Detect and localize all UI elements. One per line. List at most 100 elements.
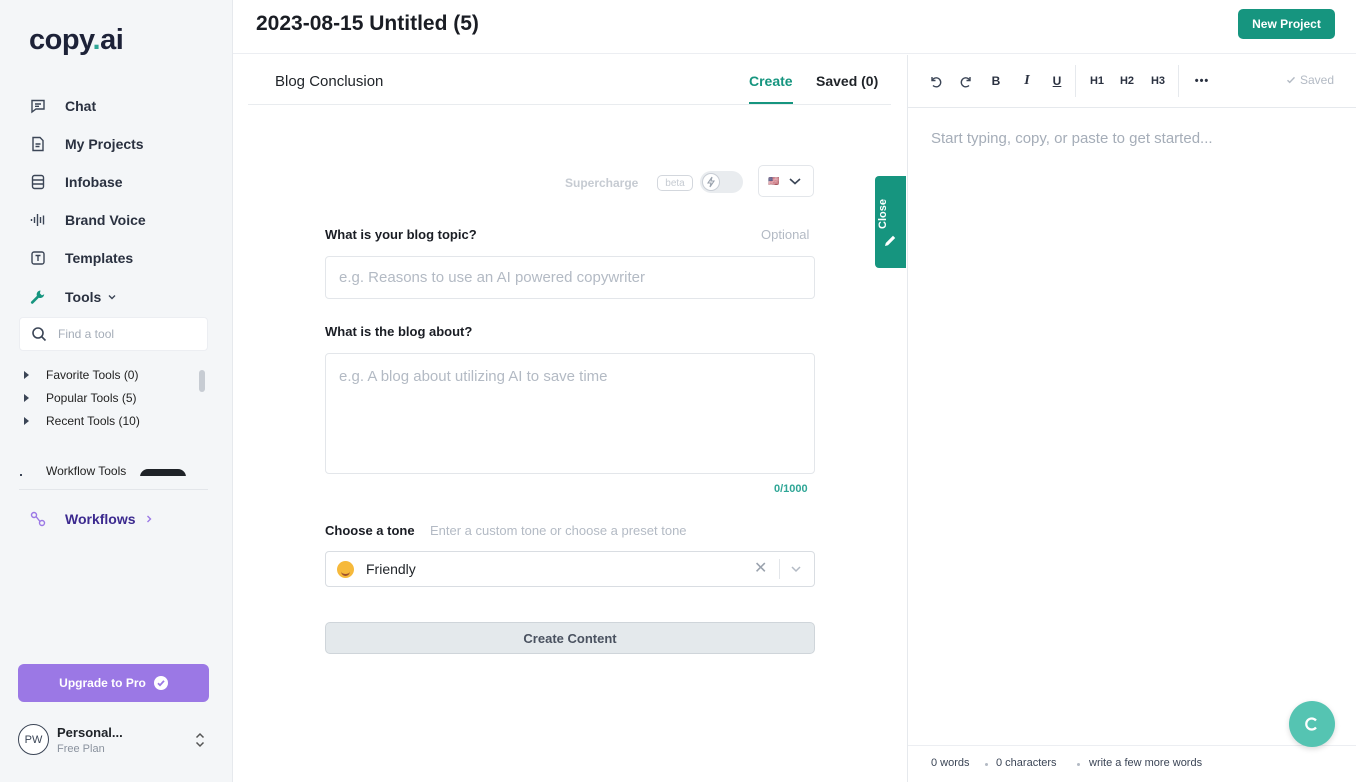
checkmark-icon (1286, 75, 1296, 85)
search-icon (31, 326, 47, 342)
tool-tree-scrollbar[interactable] (198, 366, 206, 476)
blog-about-textarea[interactable] (325, 353, 815, 474)
undo-icon[interactable] (928, 72, 942, 90)
smiley-emoji-icon (337, 560, 354, 578)
new-project-button[interactable]: New Project (1238, 9, 1335, 39)
tone-value: Friendly (366, 561, 416, 577)
search-input[interactable] (58, 327, 198, 341)
tree-item-workflow-tools[interactable]: Workflow Tools (20, 463, 187, 476)
chat-bubble-icon (1303, 715, 1321, 733)
tab-saved[interactable]: Saved (0) (816, 73, 878, 89)
scrollbar-thumb[interactable] (199, 370, 205, 392)
toolbar-divider (1178, 65, 1179, 97)
toolbar-divider (1075, 65, 1076, 97)
sidebar-item-chat[interactable]: Chat (30, 95, 96, 117)
tree-item-label: Favorite Tools (0) (46, 368, 139, 382)
italic-button[interactable]: I (1021, 72, 1033, 90)
blog-topic-input[interactable] (325, 256, 815, 299)
dot-separator (1077, 763, 1080, 766)
chat-icon (30, 98, 46, 114)
copyai-logo[interactable]: copy.ai (29, 24, 124, 57)
optional-hint: Optional (761, 227, 810, 242)
bold-button[interactable]: B (990, 72, 1002, 90)
top-header: 2023-08-15 Untitled (5) New Project (233, 0, 1356, 54)
create-content-button[interactable]: Create Content (325, 622, 815, 654)
pencil-icon (884, 234, 897, 247)
chevron-up-down-icon (194, 730, 206, 750)
heading-3-button[interactable]: H3 (1149, 72, 1167, 90)
account-switcher[interactable]: PW Personal... Free Plan (18, 724, 214, 758)
dot-separator (985, 763, 988, 766)
sidebar-item-label: Chat (65, 98, 97, 114)
divider (19, 489, 208, 490)
tool-header: Blog Conclusion Create Saved (0) (248, 55, 891, 105)
soundwave-icon (30, 212, 46, 228)
upgrade-label: Upgrade to Pro (59, 676, 146, 690)
beta-badge: beta (657, 175, 693, 191)
character-counter: 0/1000 (774, 483, 808, 495)
more-options-button[interactable]: ••• (1192, 72, 1212, 90)
language-select[interactable]: 🇺🇸 (758, 165, 814, 197)
chevron-down-icon (788, 176, 802, 186)
caret-right-icon (20, 473, 25, 476)
sidebar-item-brand-voice[interactable]: Brand Voice (30, 209, 146, 231)
us-flag-icon: 🇺🇸 (768, 175, 780, 186)
sidebar-item-infobase[interactable]: Infobase (30, 171, 123, 193)
saved-indicator: Saved (1286, 73, 1334, 87)
upgrade-button[interactable]: Upgrade to Pro (18, 664, 209, 702)
supercharge-toggle[interactable] (700, 171, 743, 193)
database-icon (30, 174, 46, 190)
chevron-down-icon (107, 292, 117, 302)
tone-label: Choose a tone (325, 523, 415, 538)
editor-panel: B I U H1 H2 H3 ••• Saved Start typing, c… (907, 55, 1356, 782)
tab-create[interactable]: Create (749, 73, 793, 89)
tree-item-label: Workflow Tools (46, 464, 127, 476)
close-label: Close (877, 199, 889, 229)
writing-hint: write a few more words (1089, 757, 1203, 769)
sidebar: copy.ai Chat My Projects Infobase Brand … (0, 0, 233, 782)
tree-item-favorite-tools[interactable]: Favorite Tools (0) (24, 368, 138, 382)
character-count: 0 characters (996, 757, 1057, 769)
tool-search[interactable] (19, 317, 208, 351)
tone-select[interactable]: Friendly ✕ (325, 551, 815, 587)
active-tab-indicator (749, 102, 793, 104)
chevron-down-icon[interactable] (790, 563, 802, 575)
heading-2-button[interactable]: H2 (1118, 72, 1136, 90)
sidebar-item-label: Templates (65, 250, 134, 266)
lightning-icon (702, 173, 720, 191)
caret-right-icon (24, 371, 29, 379)
tree-item-recent-tools[interactable]: Recent Tools (10) (24, 414, 140, 428)
tool-tree: Favorite Tools (0) Popular Tools (5) Rec… (20, 364, 198, 476)
word-count: 0 words (931, 757, 970, 769)
tool-name: Blog Conclusion (275, 73, 384, 90)
avatar: PW (18, 724, 49, 755)
chat-support-button[interactable] (1289, 701, 1335, 747)
supercharge-label: Supercharge (565, 176, 639, 190)
sidebar-item-label: Infobase (65, 174, 123, 190)
sidebar-item-workflows[interactable]: Workflows (30, 508, 154, 530)
tree-item-label: Popular Tools (5) (46, 391, 137, 405)
blog-topic-label: What is your blog topic? (325, 227, 477, 242)
page-title[interactable]: 2023-08-15 Untitled (5) (256, 12, 479, 36)
close-panel-tab[interactable]: Close (875, 176, 906, 268)
sidebar-item-my-projects[interactable]: My Projects (30, 133, 144, 155)
redo-icon[interactable] (959, 72, 973, 90)
verified-icon (153, 676, 168, 690)
wrench-icon (30, 289, 46, 305)
divider (779, 559, 780, 579)
tree-item-label: Recent Tools (10) (46, 414, 140, 428)
caret-right-icon (24, 417, 29, 425)
sidebar-item-templates[interactable]: Templates (30, 247, 133, 269)
clear-icon[interactable]: ✕ (754, 561, 768, 577)
account-name: Personal... (57, 725, 123, 740)
tree-item-popular-tools[interactable]: Popular Tools (5) (24, 391, 137, 405)
underline-button[interactable]: U (1051, 72, 1063, 90)
editor-toolbar: B I U H1 H2 H3 ••• Saved (908, 55, 1356, 108)
sidebar-item-tools[interactable]: Tools (30, 286, 117, 308)
heading-1-button[interactable]: H1 (1088, 72, 1106, 90)
editor-status-bar: 0 words 0 characters write a few more wo… (908, 745, 1356, 782)
workflows-icon (30, 511, 46, 527)
editor-content-area[interactable]: Start typing, copy, or paste to get star… (931, 130, 1213, 147)
sidebar-item-label: My Projects (65, 136, 144, 152)
sidebar-item-label: Workflows (65, 511, 136, 527)
